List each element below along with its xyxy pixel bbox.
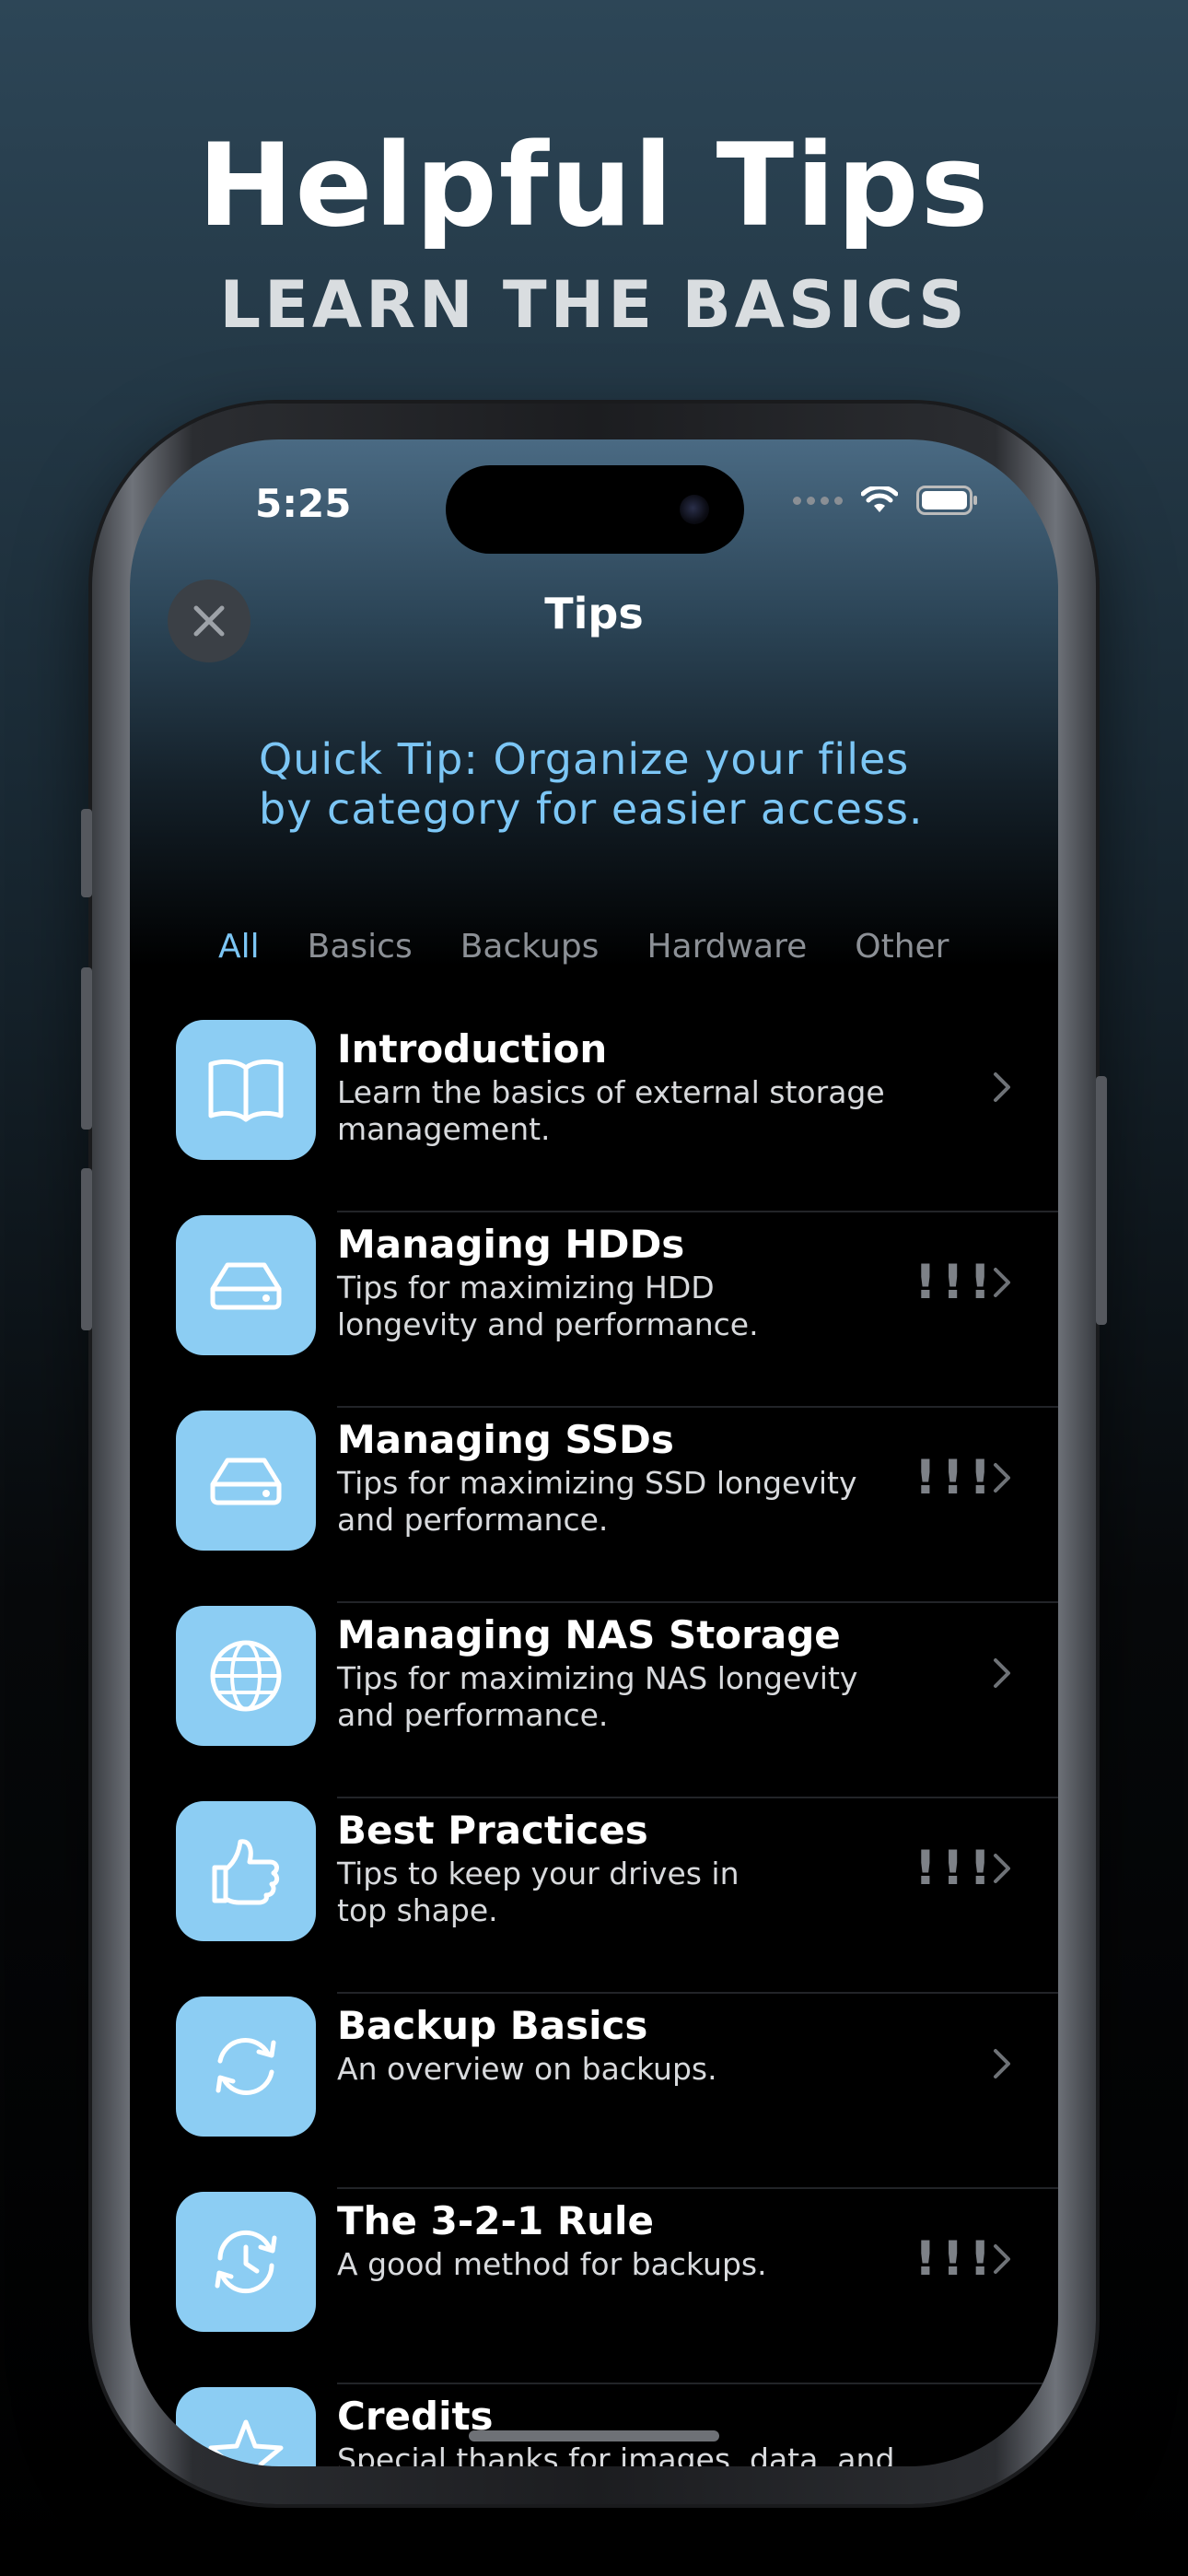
tip-description-line: Tips for maximizing HDD (337, 1270, 715, 1306)
tip-description-line: and performance. (337, 1502, 609, 1538)
tip-row-managing-ssds[interactable]: Managing SSDs Tips for maximizing SSD lo… (130, 1408, 1058, 1603)
tip-title: Managing NAS Storage (337, 1612, 841, 1657)
quick-tip: Quick Tip: Organize your files by catego… (259, 734, 959, 834)
tip-description: Learn the basics of external storage man… (337, 1074, 908, 1148)
tip-description: Tips for maximizing NAS longevity and pe… (337, 1660, 908, 1734)
drive-icon (210, 1458, 282, 1505)
tip-title: Managing HDDs (337, 1222, 685, 1267)
tip-title: Managing SSDs (337, 1417, 674, 1462)
camera-icon (680, 495, 709, 524)
tip-icon-tile (176, 1411, 316, 1551)
tip-row-managing-nas-storage[interactable]: Managing NAS Storage Tips for maximizing… (130, 1603, 1058, 1798)
priority-indicator: !!! (914, 1841, 997, 1896)
sync-arrows-icon (215, 2037, 276, 2096)
tip-icon-tile (176, 1020, 316, 1160)
tip-description-line: An overview on backups. (337, 2051, 717, 2087)
promo-headline: Helpful Tips (197, 120, 991, 252)
tip-row-credits[interactable]: Credits Special thanks for images, data,… (130, 2384, 1058, 2466)
tip-icon-tile (176, 1996, 316, 2137)
quick-tip-line-1: Quick Tip: Organize your files (259, 734, 910, 784)
tip-icon-tile (176, 1801, 316, 1941)
clock-arrows-icon (215, 2230, 277, 2294)
tip-title: The 3-2-1 Rule (337, 2198, 654, 2243)
wifi-icon (861, 486, 898, 512)
tips-list: Introduction Learn the basics of externa… (130, 1017, 1058, 2466)
volume-up-button (81, 967, 92, 1130)
tip-row-best-practices[interactable]: Best Practices Tips to keep your drives … (130, 1798, 1058, 1994)
tip-icon-tile (176, 1606, 316, 1746)
tip-description-line: Learn the basics of external storage (337, 1074, 885, 1110)
priority-indicator: !!! (914, 1450, 997, 1505)
tip-description-line: longevity and performance. (337, 1306, 759, 1342)
tip-row-introduction[interactable]: Introduction Learn the basics of externa… (130, 1017, 1058, 1212)
chevron-right-icon (994, 1072, 1010, 1102)
chevron-right-icon (994, 1854, 1010, 1883)
home-indicator (469, 2430, 719, 2441)
tip-description-line: management. (337, 1111, 551, 1147)
dynamic-island (446, 465, 744, 554)
nav-title: Tips (544, 589, 644, 638)
thumbs-up-icon (212, 1839, 280, 1905)
tip-description-line: Tips for maximizing NAS longevity (337, 1660, 858, 1696)
tip-description-line: Special thanks for images, data, and (337, 2441, 895, 2466)
tip-description-line: Tips for maximizing SSD longevity (337, 1465, 857, 1501)
tip-description-line: Tips to keep your drives in (337, 1856, 740, 1891)
chevron-right-icon (994, 2049, 1010, 2078)
tip-icon-tile (176, 1215, 316, 1355)
tip-description: An overview on backups. (337, 2051, 908, 2088)
tip-title: Introduction (337, 1026, 608, 1071)
tab-all[interactable]: All (218, 928, 260, 966)
drive-icon (210, 1262, 282, 1310)
battery-icon (916, 486, 977, 515)
chevron-right-icon (994, 2244, 1010, 2274)
star-icon (208, 2419, 284, 2466)
book-icon (208, 1059, 284, 1122)
tip-row-backup-basics[interactable]: Backup Basics An overview on backups. (130, 1994, 1058, 2189)
tip-icon-tile (176, 2192, 316, 2332)
tip-row-managing-hdds[interactable]: Managing HDDs Tips for maximizing HDD lo… (130, 1212, 1058, 1408)
quick-tip-line-2: by category for easier access. (259, 784, 924, 834)
power-button (1096, 1076, 1107, 1325)
chevron-right-icon (994, 1658, 1010, 1688)
tip-description: Special thanks for images, data, and (337, 2441, 908, 2466)
tab-hardware[interactable]: Hardware (646, 928, 807, 966)
app-screen: 5:25 Tips Quick Tip: Organize your files… (130, 439, 1058, 2466)
promo-subheadline: LEARN THE BASICS (219, 267, 969, 343)
priority-indicator: !!! (914, 2231, 997, 2287)
tip-title: Backup Basics (337, 2003, 648, 2048)
volume-down-button (81, 1168, 92, 1330)
action-button (81, 809, 92, 897)
tip-description: Tips for maximizing HDD longevity and pe… (337, 1270, 908, 1343)
tip-description: A good method for backups. (337, 2246, 908, 2283)
tip-description-line: and performance. (337, 1697, 609, 1733)
signal-dots-icon (793, 496, 843, 505)
tab-backups[interactable]: Backups (460, 928, 600, 966)
priority-indicator: !!! (914, 1255, 997, 1310)
tip-description: Tips for maximizing SSD longevity and pe… (337, 1465, 908, 1539)
tip-title: Best Practices (337, 1808, 648, 1853)
tip-icon-tile (176, 2387, 316, 2466)
tip-description-line: A good method for backups. (337, 2246, 767, 2282)
chevron-right-icon (994, 1463, 1010, 1493)
tip-row-3-2-1-rule[interactable]: The 3-2-1 Rule A good method for backups… (130, 2189, 1058, 2384)
tab-basics[interactable]: Basics (308, 928, 413, 966)
globe-icon (210, 1640, 282, 1712)
tip-description-line: top shape. (337, 1892, 498, 1928)
tip-description: Tips to keep your drives in top shape. (337, 1856, 908, 1929)
chevron-right-icon (994, 1268, 1010, 1297)
status-indicators (793, 486, 979, 515)
tab-other[interactable]: Other (855, 928, 949, 966)
category-tabs: All Basics Backups Hardware Other (218, 928, 949, 966)
status-time: 5:25 (255, 481, 352, 526)
